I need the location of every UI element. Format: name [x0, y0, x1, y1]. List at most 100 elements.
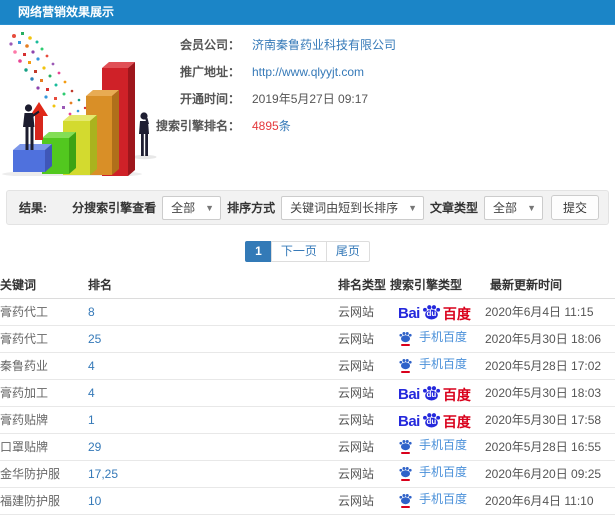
table-row: 秦鲁药业 4 云网站 手机百度 2020年5月28日 17:02 — [0, 352, 615, 380]
updated-cell: 2020年6月20日 09:25 — [485, 460, 615, 488]
keyword-cell: 膏药代工 — [0, 325, 88, 353]
engine-cell: 手机百度 — [390, 325, 485, 353]
top-section: 会员公司： 济南秦鲁药业科技有限公司 推广地址： http://www.qlyy… — [0, 25, 615, 187]
rank-link[interactable]: 17,25 — [88, 467, 118, 481]
company-row: 会员公司： 济南秦鲁药业科技有限公司 — [140, 31, 396, 58]
rank-link[interactable]: 10 — [88, 494, 101, 508]
baidu-mobile-logo: 手机百度 — [398, 492, 467, 508]
engine-filter-label: 分搜索引擎查看 — [72, 201, 157, 215]
rank-link[interactable]: 8 — [88, 305, 95, 319]
rank-link[interactable]: 29 — [88, 440, 101, 454]
updated-cell: 2020年6月4日 11:15 — [485, 298, 615, 326]
baidu-mobile-logo: 手机百度 — [398, 330, 467, 346]
sort-select[interactable]: 关键词由短到长排序 ▼ — [281, 195, 425, 220]
filter-bar: 结果: 分搜索引擎查看 全部 ▼ 排序方式 关键词由短到长排序 ▼ 文章类型 全… — [6, 190, 609, 225]
rank-type-cell: 云网站 — [338, 406, 390, 434]
page: 网络营销效果展示 会员公司： 济南秦鲁药业科技有限公司 推广地址： http:/… — [0, 0, 615, 520]
updated-cell: 2020年5月30日 18:06 — [485, 325, 615, 353]
results-table: 关键词 排名 排名类型 搜索引擎类型 最新更新时间 膏药代工 8 云网站 Bai — [0, 272, 615, 520]
page-title: 网络营销效果展示 — [18, 5, 115, 19]
keyword-cell — [0, 514, 88, 520]
page-1-button[interactable]: 1 — [245, 241, 272, 262]
result-label: 结果: — [19, 201, 47, 215]
baidu-paw-icon — [398, 492, 413, 508]
company-label: 会员公司： — [179, 38, 240, 52]
opened-row: 开通时间： 2019年5月27日 09:17 — [140, 85, 396, 112]
rank-link[interactable]: 4 — [88, 386, 95, 400]
rank-type-cell: 云网站 — [338, 298, 390, 326]
engine-filter-select[interactable]: 全部 ▼ — [162, 195, 222, 220]
next-page-button[interactable]: 下一页 — [270, 241, 327, 262]
keyword-cell: 福建防护服 — [0, 487, 88, 515]
sort-value: 关键词由短到长排序 — [290, 201, 399, 215]
updated-cell: 2020年5月28日 16:55 — [485, 433, 615, 461]
engine-cell: 手机百度 — [390, 487, 485, 515]
opened-time: 2019年5月27日 09:17 — [252, 92, 369, 106]
chevron-down-icon: ▼ — [205, 202, 215, 213]
baidu-paw-icon: du — [421, 383, 442, 402]
baidu-paw-icon: du — [421, 302, 442, 321]
baidu-pc-logo: Bai du 百度 — [398, 302, 471, 321]
chevron-down-icon: ▼ — [527, 202, 536, 213]
engine-cell: 手机百度 — [390, 460, 485, 488]
rank-link[interactable]: 25 — [88, 332, 101, 346]
rank-row: 搜索引擎排名： 4895条 — [140, 112, 396, 139]
baidu-paw-icon — [398, 438, 413, 454]
titlebar: 网络营销效果展示 — [0, 0, 615, 25]
url-label: 推广地址： — [179, 65, 240, 79]
rank-type-cell: 云网站 — [338, 379, 390, 407]
rank-link[interactable]: 1 — [88, 413, 95, 427]
keyword-cell: 膏药贴牌 — [0, 406, 88, 434]
header-keyword: 关键词 — [0, 272, 88, 299]
table-header-row: 关键词 排名 排名类型 搜索引擎类型 最新更新时间 — [0, 272, 615, 299]
table-row: 膏药加工 4 云网站 Bai du 百度 2020年5月30日 18:03 — [0, 379, 615, 407]
baidu-paw-icon — [398, 330, 413, 346]
keyword-cell: 金华防护服 — [0, 460, 88, 488]
baidu-mobile-logo: 手机百度 — [398, 438, 467, 454]
table-row: Bai du 百度 — [0, 514, 615, 520]
engine-cell: Bai du 百度 — [390, 514, 485, 520]
filter-controls: 分搜索引擎查看 全部 ▼ 排序方式 关键词由短到长排序 ▼ 文章类型 全部 ▼ … — [66, 195, 599, 220]
updated-cell: 2020年5月30日 18:03 — [485, 379, 615, 407]
table-row: 福建防护服 10 云网站 手机百度 2020年6月4日 11:10 — [0, 487, 615, 515]
header-rank-type: 排名类型 — [338, 272, 390, 299]
rank-link[interactable]: 4 — [88, 359, 95, 373]
header-rank: 排名 — [88, 272, 338, 299]
keyword-cell: 膏药代工 — [0, 298, 88, 326]
rank-type-cell: 云网站 — [338, 352, 390, 380]
baidu-paw-icon — [398, 357, 413, 373]
table-row: 口罩贴牌 29 云网站 手机百度 2020年5月28日 16:55 — [0, 433, 615, 461]
baidu-paw-icon — [398, 465, 413, 481]
rank-type-cell: 云网站 — [338, 433, 390, 461]
keyword-cell: 口罩贴牌 — [0, 433, 88, 461]
rank-count: 4895条 — [252, 119, 291, 133]
updated-cell — [485, 514, 615, 520]
updated-cell: 2020年6月4日 11:10 — [485, 487, 615, 515]
last-page-button[interactable]: 尾页 — [325, 241, 370, 262]
rank-type-cell: 云网站 — [338, 325, 390, 353]
confetti-dots — [9, 32, 87, 116]
baidu-paw-icon: du — [421, 410, 442, 429]
submit-button[interactable]: 提交 — [550, 195, 599, 220]
keyword-cell: 秦鲁药业 — [0, 352, 88, 380]
updated-cell: 2020年5月28日 17:02 — [485, 352, 615, 380]
header-updated: 最新更新时间 — [485, 272, 615, 299]
url-row: 推广地址： http://www.qlyyjt.com — [140, 58, 396, 85]
updated-cell: 2020年5月30日 17:58 — [485, 406, 615, 434]
table-row: 膏药代工 25 云网站 手机百度 2020年5月30日 18:06 — [0, 325, 615, 353]
baidu-mobile-logo: 手机百度 — [398, 357, 467, 373]
engine-cell: Bai du 百度 — [390, 406, 485, 434]
member-info: 会员公司： 济南秦鲁药业科技有限公司 推广地址： http://www.qlyy… — [140, 31, 396, 139]
baidu-mobile-logo: 手机百度 — [398, 465, 467, 481]
article-type-select[interactable]: 全部 ▼ — [484, 195, 543, 220]
article-type-value: 全部 — [493, 201, 518, 215]
chevron-down-icon: ▼ — [408, 202, 418, 213]
engine-cell: 手机百度 — [390, 433, 485, 461]
promotion-url-link[interactable]: http://www.qlyyjt.com — [252, 65, 364, 79]
table-row: 膏药代工 8 云网站 Bai du 百度 2020年6月4日 11:15 — [0, 298, 615, 326]
rank-type-cell — [338, 514, 390, 520]
table-row: 金华防护服 17,25 云网站 手机百度 2020年6月20日 09:25 — [0, 460, 615, 488]
engine-cell: 手机百度 — [390, 352, 485, 380]
company-link[interactable]: 济南秦鲁药业科技有限公司 — [252, 36, 396, 53]
opened-label: 开通时间： — [179, 92, 240, 106]
